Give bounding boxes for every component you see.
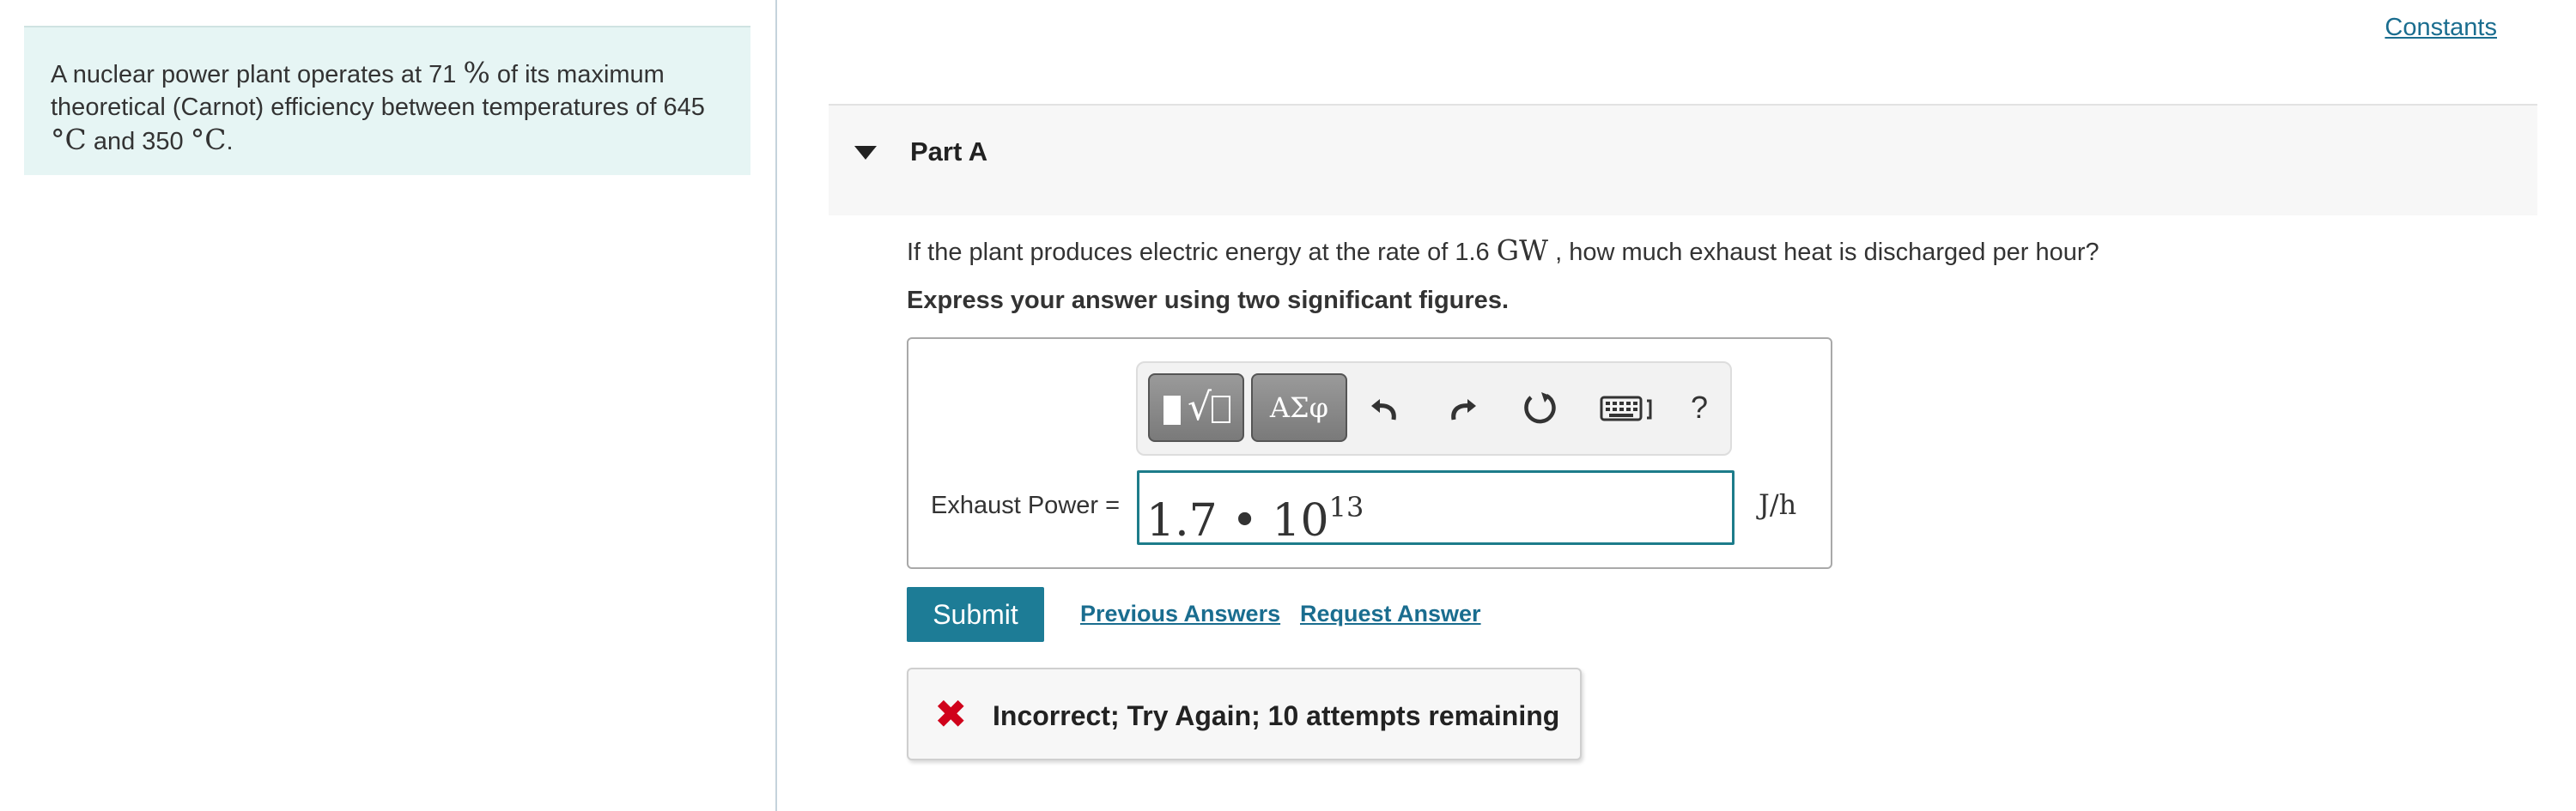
answer-label: Exhaust Power = bbox=[931, 492, 1121, 519]
part-header[interactable]: Part A bbox=[829, 104, 2537, 215]
question-text-before: If the plant produces electric energy at… bbox=[907, 239, 1490, 266]
keyboard-icon[interactable] bbox=[1595, 382, 1663, 433]
answer-box: √ ΑΣφ ? Exhaust Power = 1.7 • 1013 J/h bbox=[907, 337, 1832, 569]
submit-button[interactable]: Submit bbox=[907, 587, 1044, 642]
template-box-icon bbox=[1212, 396, 1230, 423]
percent-symbol: % bbox=[463, 56, 490, 89]
feedback-box: ✖ Incorrect; Try Again; 10 attempts rema… bbox=[907, 668, 1582, 760]
answer-exponent: 13 bbox=[1328, 491, 1364, 524]
problem-statement: A nuclear power plant operates at 71 % o… bbox=[24, 26, 750, 175]
previous-answers-link[interactable]: Previous Answers bbox=[1080, 601, 1280, 627]
problem-text-1: A nuclear power plant operates at 71 bbox=[51, 61, 457, 88]
help-icon[interactable]: ? bbox=[1674, 382, 1725, 433]
redo-icon[interactable] bbox=[1437, 382, 1488, 433]
answer-unit: J/h bbox=[1759, 488, 1797, 521]
constants-link[interactable]: Constants bbox=[2385, 14, 2497, 42]
problem-text-end: . bbox=[226, 128, 234, 155]
math-toolbar: √ ΑΣφ ? bbox=[1136, 361, 1732, 456]
collapse-caret-icon[interactable] bbox=[854, 146, 877, 160]
question-unit: GW bbox=[1496, 233, 1549, 267]
reset-icon[interactable] bbox=[1514, 382, 1565, 433]
answer-input[interactable]: 1.7 • 1013 bbox=[1137, 470, 1735, 547]
question-text-after: , how much exhaust heat is discharged pe… bbox=[1555, 239, 2099, 266]
instruction-text: Express your answer using two significan… bbox=[907, 287, 1509, 314]
part-title: Part A bbox=[910, 136, 988, 166]
problem-text-3: and 350 bbox=[93, 128, 184, 155]
feedback-message: Incorrect; Try Again; 10 attempts remain… bbox=[993, 700, 1560, 731]
radical-icon: √ bbox=[1188, 385, 1212, 429]
degree-celsius-1: °C bbox=[51, 123, 87, 156]
answer-mantissa: 1.7 • 10 bbox=[1146, 495, 1329, 547]
undo-icon[interactable] bbox=[1359, 382, 1411, 433]
greek-letters-button[interactable]: ΑΣφ bbox=[1251, 373, 1347, 442]
degree-celsius-2: °C bbox=[190, 123, 227, 156]
question-text: If the plant produces electric energy at… bbox=[907, 233, 2099, 267]
request-answer-link[interactable]: Request Answer bbox=[1300, 601, 1481, 627]
left-pane: A nuclear power plant operates at 71 % o… bbox=[0, 0, 777, 811]
x-icon: ✖ bbox=[934, 691, 968, 737]
templates-icon bbox=[1163, 396, 1181, 425]
templates-button[interactable]: √ bbox=[1148, 373, 1244, 442]
